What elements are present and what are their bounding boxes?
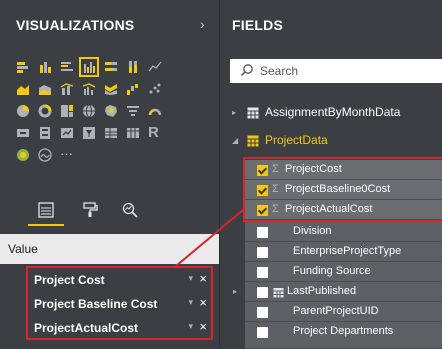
- field-row-lastpublished[interactable]: ▸ LastPublished: [233, 282, 442, 302]
- chevron-down-icon[interactable]: ◢: [232, 136, 238, 145]
- table-label: AssignmentByMonthData: [265, 105, 401, 119]
- chevron-right-icon[interactable]: ▸: [233, 287, 237, 296]
- chevron-right-icon[interactable]: ▸: [232, 108, 236, 117]
- collapse-pane-chevron-icon[interactable]: ›: [200, 16, 205, 32]
- more-visuals-ellipsis-icon[interactable]: ···: [60, 146, 80, 161]
- funnel-chart-icon[interactable]: [126, 104, 140, 118]
- fields-title: FIELDS: [232, 17, 283, 33]
- multi-row-card-icon[interactable]: [38, 126, 52, 140]
- table-icon: [247, 135, 259, 147]
- selected-fields-highlight-box: [243, 157, 442, 222]
- stacked-bar-chart-icon[interactable]: [16, 60, 30, 74]
- line-and-stacked-column-chart-icon[interactable]: [60, 82, 74, 96]
- table-assignmentbymonthdata[interactable]: ▸ AssignmentByMonthData: [220, 102, 442, 124]
- calendar-icon: [273, 288, 284, 298]
- analytics-magnifier-icon[interactable]: [122, 202, 138, 218]
- value-wells-highlight-box: [26, 266, 213, 340]
- search-placeholder: Search: [260, 64, 299, 78]
- field-checkbox[interactable]: [257, 247, 268, 258]
- line-and-clustered-column-chart-icon[interactable]: [82, 82, 96, 96]
- field-checkbox[interactable]: [257, 227, 268, 238]
- fields-well-tab-icon[interactable]: [38, 202, 54, 218]
- search-input[interactable]: Search: [230, 59, 442, 83]
- r-script-visual-icon[interactable]: R: [148, 124, 162, 141]
- field-row-parentprojectuid[interactable]: ParentProjectUID: [245, 302, 442, 322]
- field-checkbox[interactable]: [257, 307, 268, 318]
- field-row-funding-source[interactable]: Funding Source: [245, 262, 442, 282]
- search-icon: [240, 64, 253, 77]
- 100-stacked-column-chart-icon[interactable]: [126, 60, 140, 74]
- donut-chart-icon[interactable]: [38, 104, 52, 118]
- value-well-label: Value: [8, 242, 38, 256]
- table-visual-icon[interactable]: [104, 126, 118, 140]
- field-checkbox[interactable]: [257, 327, 268, 338]
- fields-pane: FIELDS Search ▸ AssignmentByMonthData ◢ …: [219, 0, 442, 349]
- map-globe-icon[interactable]: [82, 104, 96, 118]
- field-label: Division: [293, 225, 332, 237]
- pie-chart-icon[interactable]: [16, 104, 30, 118]
- field-label: LastPublished: [287, 285, 357, 297]
- format-paint-roller-icon[interactable]: [82, 202, 98, 218]
- treemap-icon[interactable]: [60, 104, 74, 118]
- field-checkbox[interactable]: [257, 287, 268, 298]
- filled-map-icon[interactable]: [104, 104, 118, 118]
- clustered-column-chart-icon[interactable]: [79, 57, 99, 77]
- table-label: ProjectData: [265, 133, 328, 147]
- area-chart-icon[interactable]: [16, 82, 30, 96]
- visualizations-title: VISUALIZATIONS: [16, 17, 135, 33]
- field-label: Funding Source: [293, 265, 371, 277]
- pane-tabs: [0, 198, 219, 232]
- table-projectdata[interactable]: ◢ ProjectData: [220, 130, 442, 152]
- waterfall-chart-icon[interactable]: [126, 82, 140, 96]
- stacked-area-chart-icon[interactable]: [38, 82, 52, 96]
- import-custom-visual-icon[interactable]: [38, 148, 52, 162]
- scatter-chart-icon[interactable]: [148, 82, 162, 96]
- card-icon[interactable]: [16, 126, 30, 140]
- field-row-division[interactable]: Division: [245, 222, 442, 242]
- stacked-column-chart-icon[interactable]: [38, 60, 52, 74]
- field-row-enterpriseprojecttype[interactable]: EnterpriseProjectType: [245, 242, 442, 262]
- visualizations-header: VISUALIZATIONS ›: [0, 0, 219, 46]
- field-checkbox[interactable]: [257, 267, 268, 278]
- field-label: Project Departments: [293, 325, 394, 337]
- line-chart-icon[interactable]: [148, 60, 162, 74]
- matrix-icon[interactable]: [126, 126, 140, 140]
- ribbon-chart-icon[interactable]: [104, 82, 118, 96]
- active-tab-indicator: [28, 224, 64, 226]
- table-icon: [247, 107, 259, 119]
- 100-stacked-bar-chart-icon[interactable]: [104, 60, 118, 74]
- clustered-bar-chart-icon[interactable]: [60, 60, 74, 74]
- kpi-icon[interactable]: [60, 126, 74, 140]
- field-label: EnterpriseProjectType: [293, 245, 402, 257]
- slicer-icon[interactable]: [82, 126, 96, 140]
- field-label: ParentProjectUID: [293, 305, 379, 317]
- arcgis-map-icon[interactable]: [16, 148, 30, 162]
- field-row-project-departments[interactable]: Project Departments: [245, 322, 442, 349]
- visualizations-pane: VISUALIZATIONS › R ··· Value Project Cos…: [0, 0, 219, 349]
- gauge-icon[interactable]: [148, 104, 162, 118]
